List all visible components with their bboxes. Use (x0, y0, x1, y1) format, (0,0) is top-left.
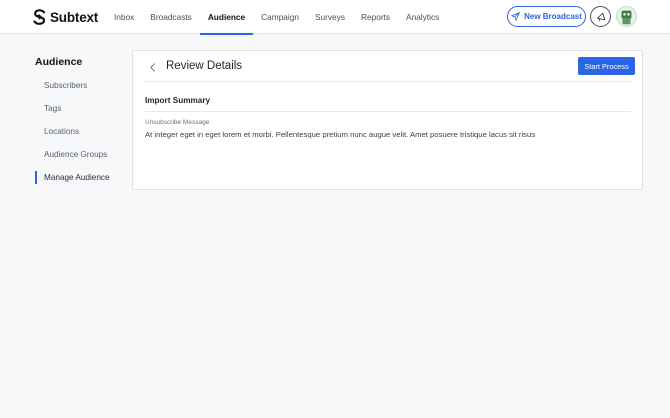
back-button[interactable] (145, 60, 159, 74)
paper-plane-icon (511, 12, 520, 21)
page-title: Review Details (166, 60, 243, 72)
nav-item-reports[interactable]: Reports (353, 0, 398, 34)
app-logo[interactable]: Subtext (33, 8, 98, 26)
nav-item-surveys[interactable]: Surveys (307, 0, 353, 34)
main-nav: Inbox Broadcasts Audience Campaign Surve… (106, 0, 447, 35)
sidebar-item-locations[interactable]: Locations (35, 125, 79, 138)
app-name: Subtext (50, 9, 99, 25)
sidebar-item-manage-audience[interactable]: Manage Audience (35, 171, 110, 184)
subtext-logo-icon (33, 9, 46, 25)
nav-item-broadcasts[interactable]: Broadcasts (142, 0, 200, 34)
sidebar-title: Audience (35, 56, 83, 68)
nav-item-audience[interactable]: Audience (199, 0, 254, 35)
megaphone-icon (596, 12, 605, 21)
nav-item-analytics[interactable]: Analytics (398, 0, 447, 34)
unsubscribe-message-label: Unsubscribe Message (145, 119, 210, 126)
new-broadcast-label: New Broadcast (524, 12, 582, 21)
sidebar-item-audience-groups[interactable]: Audience Groups (35, 148, 107, 161)
review-details-card: Review Details Start Process Import Summ… (132, 50, 643, 190)
unsubscribe-message-value: At integer eget in eget lorem et morbi. … (145, 130, 536, 139)
sidebar-item-subscribers[interactable]: Subscribers (35, 79, 87, 92)
nav-item-campaign[interactable]: Campaign (253, 0, 307, 34)
nav-item-inbox[interactable]: Inbox (106, 0, 142, 34)
new-broadcast-button[interactable]: New Broadcast (507, 6, 586, 27)
section-title: Import Summary (145, 96, 211, 105)
start-process-button[interactable]: Start Process (578, 57, 635, 75)
sidebar-item-tags[interactable]: Tags (35, 102, 61, 115)
header-divider (145, 81, 631, 82)
marketing-button[interactable] (590, 6, 611, 27)
avatar-image (617, 7, 636, 26)
chevron-left-icon (149, 62, 155, 72)
user-avatar[interactable] (616, 6, 637, 27)
section-divider (145, 111, 631, 112)
top-navigation-bar: Subtext Inbox Broadcasts Audience Campai… (0, 0, 670, 35)
